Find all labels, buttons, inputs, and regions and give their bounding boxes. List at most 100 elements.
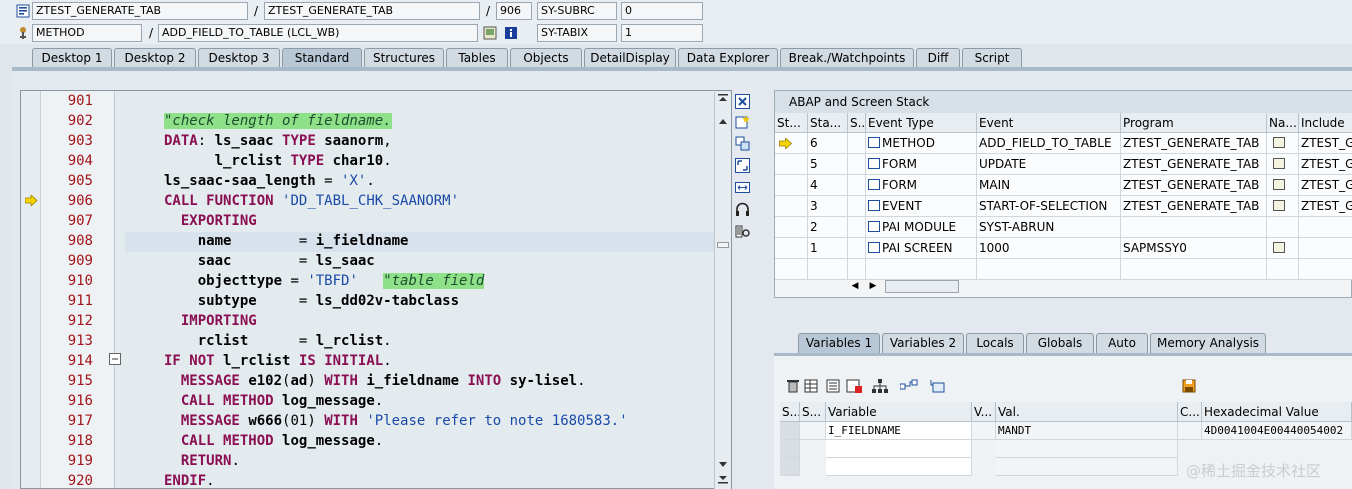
column-header[interactable]: St...	[775, 113, 808, 133]
column-header[interactable]: S...	[848, 113, 866, 133]
delete-icon[interactable]	[786, 379, 800, 393]
navigate-source-icon[interactable]	[1273, 179, 1285, 190]
tab-structures[interactable]: Structures	[364, 48, 444, 68]
stack-cell[interactable]: ZTEST_G	[1299, 175, 1352, 196]
column-header[interactable]: C...	[1178, 402, 1202, 422]
sysvar-value-field[interactable]: 1	[621, 24, 703, 42]
navigate-icon[interactable]	[900, 379, 918, 393]
stack-cell[interactable]	[775, 154, 808, 175]
column-header[interactable]: Event Type	[866, 113, 977, 133]
column-header[interactable]: S...	[780, 402, 800, 422]
stack-cell[interactable]	[775, 217, 808, 238]
column-header[interactable]: S...	[800, 402, 826, 422]
column-header[interactable]: Hexadecimal Value	[1202, 402, 1352, 422]
tab-desktop-1[interactable]: Desktop 1	[32, 48, 112, 68]
stack-cell[interactable]	[848, 175, 866, 196]
stack-cell[interactable]: ZTEST_GENERATE_TAB	[1121, 196, 1267, 217]
stack-cell[interactable]: EVENT	[866, 196, 977, 217]
tab-globals[interactable]: Globals	[1026, 333, 1094, 353]
stack-cell[interactable]: MAIN	[977, 175, 1121, 196]
scroll-up-icon[interactable]	[718, 118, 728, 124]
stack-cell[interactable]	[1267, 154, 1299, 175]
stack-cell[interactable]: PAI MODULE	[866, 217, 977, 238]
insert-row-icon[interactable]	[826, 379, 840, 393]
stack-cell[interactable]: FORM	[866, 154, 977, 175]
navigate-source-icon[interactable]	[1273, 200, 1285, 211]
scroll-down-icon[interactable]	[718, 462, 728, 468]
stack-cell[interactable]: UPDATE	[977, 154, 1121, 175]
stack-cell[interactable]	[1267, 238, 1299, 259]
stack-cell[interactable]: ZTEST_GENERATE_TAB	[1121, 154, 1267, 175]
column-header[interactable]: V...	[972, 402, 996, 422]
stack-cell[interactable]: FORM	[866, 175, 977, 196]
column-header[interactable]: Na...	[1267, 113, 1299, 133]
sysvar-label-field[interactable]: SY-TABIX	[537, 24, 617, 42]
stack-cell[interactable]: ZTEST_G	[1299, 133, 1352, 154]
tab-locals[interactable]: Locals	[966, 333, 1024, 353]
scroll-top-icon[interactable]	[718, 94, 728, 102]
row-selector[interactable]	[780, 422, 800, 440]
stack-cell[interactable]: 3	[808, 196, 848, 217]
column-header[interactable]: Include	[1299, 113, 1352, 133]
save-icon[interactable]	[1182, 379, 1196, 393]
stack-cell[interactable]: PAI SCREEN	[866, 238, 977, 259]
services-icon[interactable]	[735, 202, 750, 217]
variable-value-cell[interactable]: MANDT	[996, 422, 1178, 440]
display-object-icon[interactable]	[483, 26, 497, 40]
stack-cell[interactable]: 1000	[977, 238, 1121, 259]
stack-cell[interactable]	[1267, 196, 1299, 217]
stack-cell[interactable]: SAPMSSY0	[1121, 238, 1267, 259]
column-header[interactable]: Variable	[826, 402, 972, 422]
stack-cell[interactable]	[848, 196, 866, 217]
delete-row-icon[interactable]	[846, 379, 862, 393]
event-type-field[interactable]: METHOD	[32, 24, 142, 42]
stack-cell[interactable]	[848, 217, 866, 238]
tab-desktop-2[interactable]: Desktop 2	[114, 48, 196, 68]
stack-cell[interactable]	[775, 196, 808, 217]
tab-desktop-3[interactable]: Desktop 3	[198, 48, 280, 68]
row-selector[interactable]	[780, 458, 800, 476]
stack-cell[interactable]	[775, 175, 808, 196]
stack-cell[interactable]: 2	[808, 217, 848, 238]
tab-memory-analysis[interactable]: Memory Analysis	[1150, 333, 1266, 353]
stack-cell[interactable]	[1299, 217, 1352, 238]
stack-cell[interactable]: METHOD	[866, 133, 977, 154]
stack-cell[interactable]	[1267, 175, 1299, 196]
stack-cell[interactable]: 4	[808, 175, 848, 196]
stack-cell[interactable]: 1	[808, 238, 848, 259]
tab-script[interactable]: Script	[962, 48, 1022, 68]
stack-cell[interactable]: ADD_FIELD_TO_TABLE	[977, 133, 1121, 154]
column-header[interactable]: Program	[1121, 113, 1267, 133]
swap-tool-icon[interactable]	[735, 136, 750, 151]
sysvar-value-field[interactable]: 0	[621, 2, 703, 20]
program-field[interactable]: ZTEST_GENERATE_TAB	[32, 2, 248, 20]
tab-objects[interactable]: Objects	[510, 48, 582, 68]
stack-cell[interactable]: ZTEST_G	[1299, 154, 1352, 175]
tab-auto[interactable]: Auto	[1096, 333, 1148, 353]
hierarchy-icon[interactable]	[872, 379, 888, 393]
navigate-source-icon[interactable]	[1273, 158, 1285, 169]
tab-diff[interactable]: Diff	[916, 48, 960, 68]
column-header[interactable]: Event	[977, 113, 1121, 133]
new-tool-icon[interactable]	[735, 114, 750, 129]
variable-name-input[interactable]: I_FIELDNAME	[826, 422, 972, 440]
tab-variables-1[interactable]: Variables 1	[798, 333, 880, 353]
stack-cell[interactable]: START-OF-SELECTION	[977, 196, 1121, 217]
tab-tables[interactable]: Tables	[446, 48, 508, 68]
line-number-field[interactable]: 906	[496, 2, 532, 20]
stack-cell[interactable]: SYST-ABRUN	[977, 217, 1121, 238]
source-code-editor[interactable]: 901 902 "check length of fieldname. 903 DA…	[20, 90, 732, 489]
editor-scrollbar[interactable]	[714, 92, 731, 489]
scroll-left-icon[interactable]: ◀	[849, 279, 861, 293]
navigate-source-icon[interactable]	[1273, 242, 1285, 253]
scroll-right-icon[interactable]: ▶	[867, 279, 879, 293]
variable-name-input[interactable]	[826, 440, 972, 458]
stack-cell[interactable]: ZTEST_G	[1299, 196, 1352, 217]
stack-cell[interactable]	[775, 133, 808, 154]
structure-icon[interactable]	[930, 379, 945, 393]
stack-cell[interactable]	[1267, 133, 1299, 154]
tab-data-explorer[interactable]: Data Explorer	[678, 48, 778, 68]
info-icon[interactable]	[504, 26, 518, 40]
stack-cell[interactable]: 5	[808, 154, 848, 175]
stack-cell[interactable]	[848, 133, 866, 154]
